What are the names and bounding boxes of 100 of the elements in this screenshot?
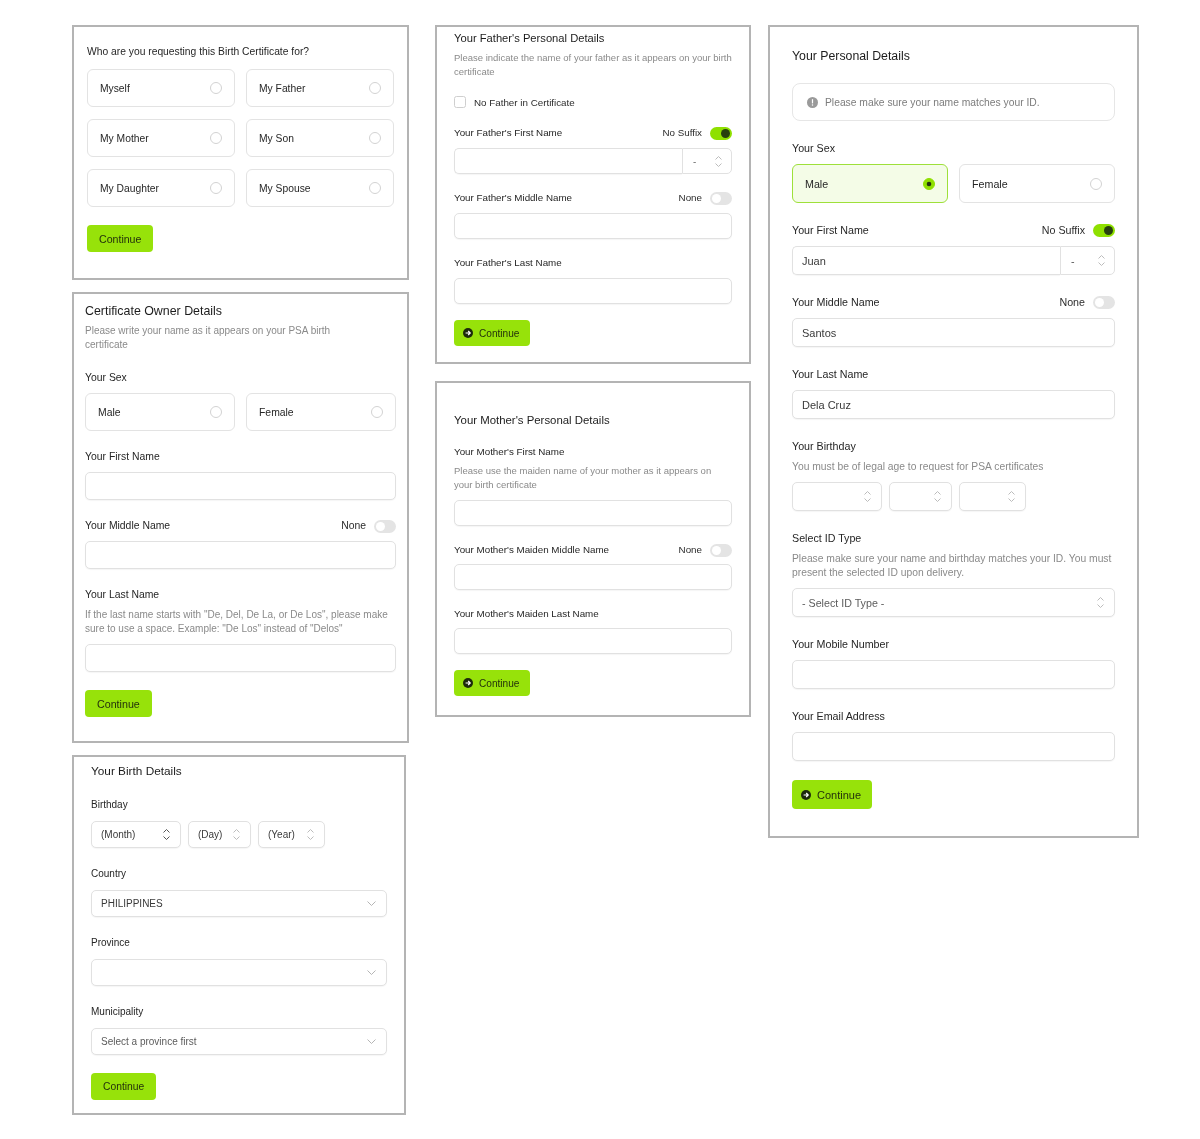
select-field[interactable] [91, 959, 387, 986]
card-title: Certificate Owner Details [85, 303, 224, 319]
field-label: Your Mother's Maiden Last Name [454, 607, 599, 621]
field-label: Municipality [91, 1005, 144, 1019]
select-field[interactable]: Select a province first [91, 1028, 387, 1055]
radio-icon [210, 82, 222, 94]
chevrons-up-down-icon [1097, 597, 1104, 608]
field-label: Your First Name [792, 223, 869, 238]
field-label: Your Last Name [792, 367, 869, 382]
field-label: Birthday [91, 798, 128, 812]
radio-option[interactable]: My Son [246, 119, 394, 157]
radio-icon [210, 132, 222, 144]
field-label: Country [91, 867, 126, 881]
toggle-switch[interactable] [1093, 223, 1115, 237]
radio-option[interactable]: Myself [87, 69, 235, 107]
toggle-label: None [678, 543, 702, 557]
text-field[interactable]: Santos [792, 318, 1115, 347]
chevrons-up-down-icon [864, 491, 871, 502]
radio-option[interactable]: Male [85, 393, 235, 431]
chevron-down-icon [367, 1039, 376, 1044]
toggle-label: No Suffix [662, 126, 702, 140]
checkbox[interactable] [454, 96, 466, 108]
year-select[interactable]: (Year) [258, 821, 325, 848]
text-field[interactable] [792, 732, 1115, 761]
text-field[interactable] [454, 148, 682, 174]
text-field[interactable] [454, 628, 732, 654]
chevrons-up-down-icon [307, 829, 314, 840]
submit-button[interactable]: Continue [85, 690, 152, 717]
toggle-label: None [1059, 295, 1085, 309]
field-hint: Please use the maiden name of your mother as it appears on your birth certificate [454, 464, 713, 492]
radio-icon [1090, 177, 1102, 190]
chevrons-up-down-icon [233, 829, 240, 840]
chevron-down-icon [367, 970, 376, 975]
day-select[interactable]: (Day) [188, 821, 251, 848]
text-field[interactable] [454, 213, 732, 239]
suffix-select[interactable]: - [682, 148, 732, 174]
month-select[interactable]: (Month) [91, 821, 181, 848]
text-field[interactable]: Dela Cruz [792, 390, 1115, 419]
radio-icon [369, 132, 381, 144]
field-label: Your Mobile Number [792, 637, 890, 652]
notice-text: Please make sure your name matches your ID. [825, 96, 1040, 108]
text-field[interactable]: Juan [792, 246, 1060, 275]
field-label: Your Mother's Maiden Middle Name [454, 543, 610, 557]
select-field[interactable]: - Select ID Type - [792, 588, 1115, 617]
toggle-label: None [678, 191, 702, 205]
suffix-select[interactable]: - [1060, 246, 1115, 275]
field-label: Who are you requesting this Birth Certificate for? [87, 45, 310, 59]
radio-option[interactable]: Female [246, 393, 396, 431]
field-label: Your Sex [792, 141, 835, 156]
toggle-label: No Suffix [1041, 223, 1085, 237]
radio-option[interactable]: Male [792, 164, 948, 203]
submit-button[interactable]: Continue [87, 225, 154, 252]
field-label: Your First Name [85, 450, 160, 464]
text-field[interactable] [85, 644, 396, 672]
toggle-switch[interactable] [710, 126, 732, 140]
year-select[interactable] [959, 482, 1026, 511]
text-field[interactable] [85, 472, 396, 500]
card-description: Please write your name as it appears on your PSA birth certificate [85, 324, 332, 352]
radio-option[interactable]: Female [959, 164, 1115, 203]
field-label: Select ID Type [792, 531, 862, 546]
text-field[interactable] [85, 541, 396, 569]
radio-option[interactable]: My Mother [87, 119, 235, 157]
radio-icon [371, 406, 383, 418]
card-title: Your Birth Details [91, 763, 183, 779]
chevrons-up-down-icon [163, 829, 170, 840]
chevrons-up-down-icon [934, 491, 941, 502]
submit-button[interactable]: Continue [454, 320, 531, 346]
radio-option[interactable]: My Father [246, 69, 394, 107]
radio-option[interactable]: My Spouse [246, 169, 394, 207]
text-field[interactable] [454, 500, 732, 526]
field-hint: Please make sure your name and birthday matches your ID. You must present the selected ID upon delivery. [792, 552, 1113, 580]
field-label: Your Middle Name [792, 295, 880, 310]
toggle-switch[interactable] [1093, 295, 1115, 309]
text-field[interactable] [792, 660, 1115, 689]
toggle-switch[interactable] [710, 543, 732, 557]
submit-button[interactable]: Continue [91, 1073, 157, 1100]
checkbox-label: No Father in Certificate [474, 96, 575, 108]
select-field[interactable]: PHILIPPINES [91, 890, 387, 917]
chevrons-up-down-icon [1008, 491, 1015, 502]
card-title: Your Father's Personal Details [454, 31, 606, 46]
field-hint: You must be of legal age to request for PSA certificates [792, 460, 1045, 474]
field-label: Your Middle Name [85, 519, 171, 533]
radio-option[interactable]: My Daughter [87, 169, 235, 207]
field-label: Your Sex [85, 371, 127, 385]
radio-icon [923, 177, 935, 190]
field-label: Your Last Name [85, 588, 160, 602]
chevron-down-icon [367, 901, 376, 906]
text-field[interactable] [454, 278, 732, 304]
card-title: Your Mother's Personal Details [454, 413, 611, 428]
toggle-switch[interactable] [710, 191, 732, 205]
month-select[interactable] [792, 482, 882, 511]
exclamation-circle-icon [807, 96, 818, 108]
submit-button[interactable]: Continue [454, 670, 531, 696]
day-select[interactable] [889, 482, 952, 511]
submit-button[interactable]: Continue [792, 780, 873, 809]
toggle-switch[interactable] [374, 519, 396, 533]
chevrons-up-down-icon [1098, 255, 1105, 266]
radio-icon [369, 182, 381, 194]
chevrons-up-down-icon [715, 155, 722, 167]
text-field[interactable] [454, 564, 732, 590]
